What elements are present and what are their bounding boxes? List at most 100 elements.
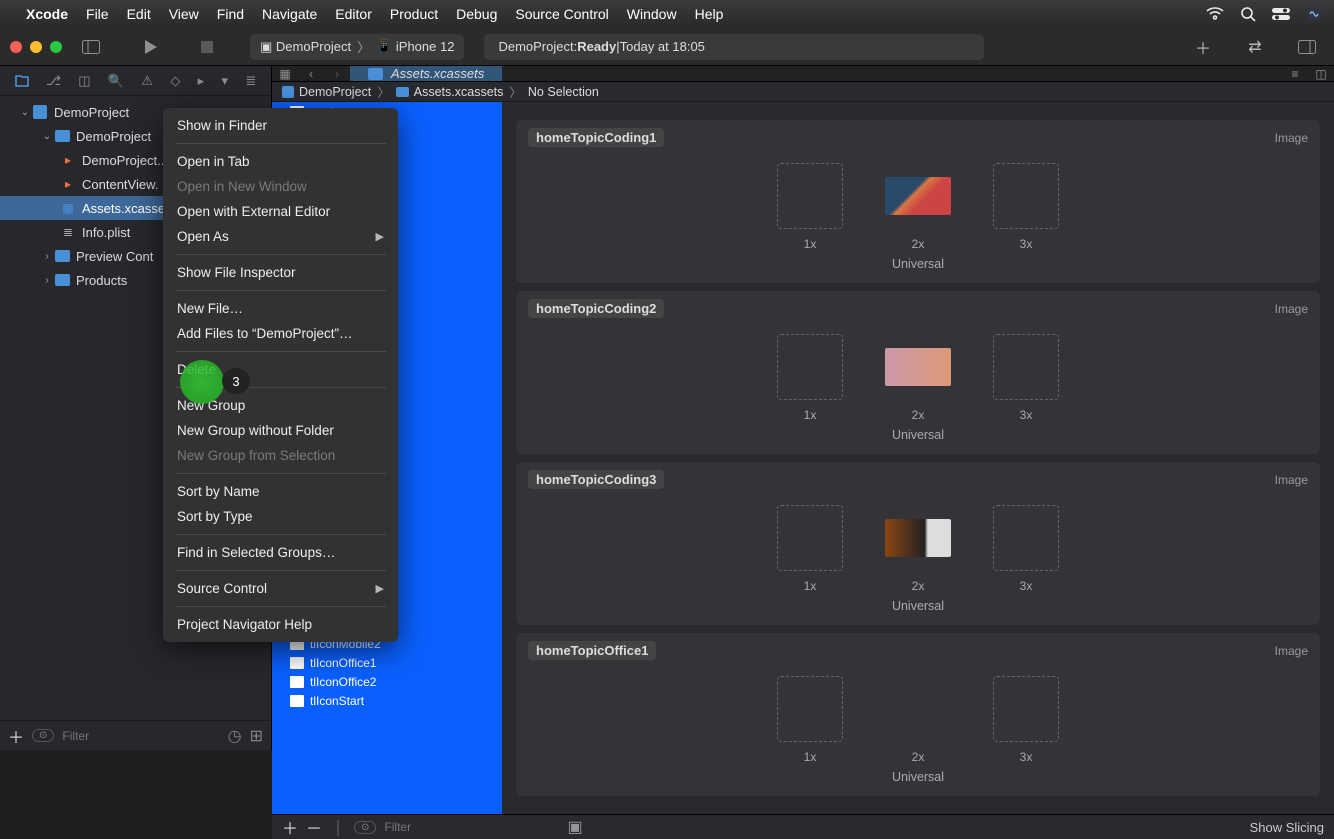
image-set-icon	[290, 676, 304, 688]
context-menu-item[interactable]: Sort by Name	[163, 479, 398, 504]
asset-list-item[interactable]: tlIconOffice1	[272, 653, 502, 672]
context-menu-item[interactable]: Project Navigator Help	[163, 612, 398, 637]
filter-scope-icon[interactable]: ⊙	[32, 729, 54, 742]
image-slot[interactable]: 2x	[885, 163, 951, 251]
asset-list-item[interactable]: tlIconOffice2	[272, 672, 502, 691]
app-menu[interactable]: Xcode	[26, 6, 68, 22]
scheme-app-icon: ▣	[260, 39, 272, 55]
menu-source-control[interactable]: Source Control	[515, 6, 608, 22]
wifi-icon[interactable]	[1206, 7, 1224, 21]
source-control-navigator-tab[interactable]: ⎇	[46, 73, 61, 89]
menu-file[interactable]: File	[86, 6, 109, 22]
scm-filter-icon[interactable]: ⊞	[250, 726, 263, 746]
navigator-filter-input[interactable]	[62, 729, 219, 743]
asset-filter-scope-icon[interactable]: ⊙	[354, 821, 376, 834]
issue-navigator-tab[interactable]: ⚠	[141, 73, 153, 89]
crumb-selection: No Selection	[528, 85, 599, 99]
add-editor-icon[interactable]: ＋	[1190, 34, 1216, 60]
context-menu-label: Sort by Type	[177, 509, 253, 524]
asset-name[interactable]: homeTopicOffice1	[528, 641, 656, 660]
asset-filter-input[interactable]	[384, 820, 539, 834]
context-menu-label: Show File Inspector	[177, 265, 296, 280]
editor-options-icon[interactable]: ≡	[1282, 67, 1308, 81]
toggle-navigator-icon[interactable]	[78, 34, 104, 60]
debug-navigator-tab[interactable]: ▸	[198, 73, 205, 89]
asset-name[interactable]: homeTopicCoding2	[528, 299, 664, 318]
context-menu-label: New File…	[177, 301, 243, 316]
image-slot[interactable]: 2x	[885, 334, 951, 422]
stop-button[interactable]	[194, 34, 220, 60]
tab-title: Assets.xcassets	[391, 66, 484, 81]
asset-name[interactable]: homeTopicCoding1	[528, 128, 664, 147]
menu-debug[interactable]: Debug	[456, 6, 497, 22]
toggle-inspector-icon[interactable]	[1294, 34, 1320, 60]
universal-label: Universal	[516, 770, 1320, 784]
add-asset-icon[interactable]: ＋	[282, 815, 298, 839]
image-slot[interactable]: 1x	[777, 505, 843, 593]
recent-filter-icon[interactable]: ◷	[228, 726, 242, 746]
menu-view[interactable]: View	[169, 6, 199, 22]
jump-bar[interactable]: DemoProject 〉 Assets.xcassets 〉 No Selec…	[272, 82, 1334, 102]
image-slot[interactable]: 3x	[993, 334, 1059, 422]
spotlight-icon[interactable]	[1240, 6, 1256, 22]
close-window-button[interactable]	[10, 41, 22, 53]
report-navigator-tab[interactable]: ≣	[245, 73, 256, 89]
context-menu-item[interactable]: Open As▶	[163, 224, 398, 249]
image-slot[interactable]: 1x	[777, 163, 843, 251]
context-menu-item[interactable]: Sort by Type	[163, 504, 398, 529]
scheme-selector[interactable]: ▣ DemoProject 〉 📱 iPhone 12	[250, 34, 464, 60]
image-slot[interactable]: 1x	[777, 676, 843, 764]
menu-product[interactable]: Product	[390, 6, 438, 22]
zoom-window-button[interactable]	[50, 41, 62, 53]
remove-asset-icon[interactable]: －	[306, 815, 322, 839]
siri-icon[interactable]	[1306, 6, 1322, 22]
add-icon[interactable]: ＋	[8, 724, 24, 748]
back-button[interactable]: ‹	[298, 67, 324, 81]
context-menu-label: New Group from Selection	[177, 448, 335, 463]
tutorial-highlight	[180, 360, 224, 404]
menu-editor[interactable]: Editor	[335, 6, 372, 22]
context-menu-item[interactable]: Show File Inspector	[163, 260, 398, 285]
device-icon: 📱	[376, 39, 392, 55]
find-navigator-tab[interactable]: 🔍	[108, 73, 124, 89]
context-menu-item[interactable]: Add Files to “DemoProject”…	[163, 321, 398, 346]
asset-name[interactable]: homeTopicCoding3	[528, 470, 664, 489]
context-menu-item[interactable]: Show in Finder	[163, 113, 398, 138]
code-review-icon[interactable]: ⇄	[1242, 34, 1268, 60]
image-slot[interactable]: 3x	[993, 505, 1059, 593]
menu-find[interactable]: Find	[217, 6, 244, 22]
menu-window[interactable]: Window	[627, 6, 677, 22]
context-menu-item[interactable]: Find in Selected Groups…	[163, 540, 398, 565]
show-slicing-button[interactable]: Show Slicing	[1250, 820, 1324, 835]
image-slot[interactable]: 1x	[777, 334, 843, 422]
scheme-device: iPhone 12	[396, 39, 455, 54]
asset-list-label: tlIconStart	[310, 694, 364, 708]
related-items-icon[interactable]: ▦	[272, 67, 298, 81]
context-menu-item[interactable]: Source Control▶	[163, 576, 398, 601]
symbol-navigator-tab[interactable]: ◫	[78, 73, 90, 89]
breakpoint-navigator-tab[interactable]: ▾	[222, 73, 229, 89]
minimize-window-button[interactable]	[30, 41, 42, 53]
image-slot[interactable]: 3x	[993, 163, 1059, 251]
asset-list-item[interactable]: tlIconStart	[272, 691, 502, 710]
context-menu-item[interactable]: Open with External Editor	[163, 199, 398, 224]
image-slot[interactable]: 2x	[885, 505, 951, 593]
slot-scale-label: 3x	[1020, 237, 1033, 251]
view-mode-icon[interactable]: ▣	[567, 817, 582, 837]
menu-navigate[interactable]: Navigate	[262, 6, 317, 22]
forward-button[interactable]: ›	[324, 67, 350, 81]
context-menu-item[interactable]: New Group without Folder	[163, 418, 398, 443]
context-menu-item[interactable]: New File…	[163, 296, 398, 321]
editor-tab[interactable]: Assets.xcassets	[350, 66, 502, 81]
image-slot[interactable]: 3x	[993, 676, 1059, 764]
split-editor-icon[interactable]: ◫	[1308, 67, 1334, 81]
image-slot[interactable]: 2x	[885, 676, 951, 764]
run-button[interactable]	[138, 34, 164, 60]
menu-help[interactable]: Help	[695, 6, 724, 22]
menu-edit[interactable]: Edit	[127, 6, 151, 22]
test-navigator-tab[interactable]: ◇	[170, 73, 180, 89]
context-menu-item[interactable]: Open in Tab	[163, 149, 398, 174]
context-menu-label: Show in Finder	[177, 118, 267, 133]
control-center-icon[interactable]	[1272, 8, 1290, 20]
project-navigator-tab[interactable]	[15, 74, 29, 88]
